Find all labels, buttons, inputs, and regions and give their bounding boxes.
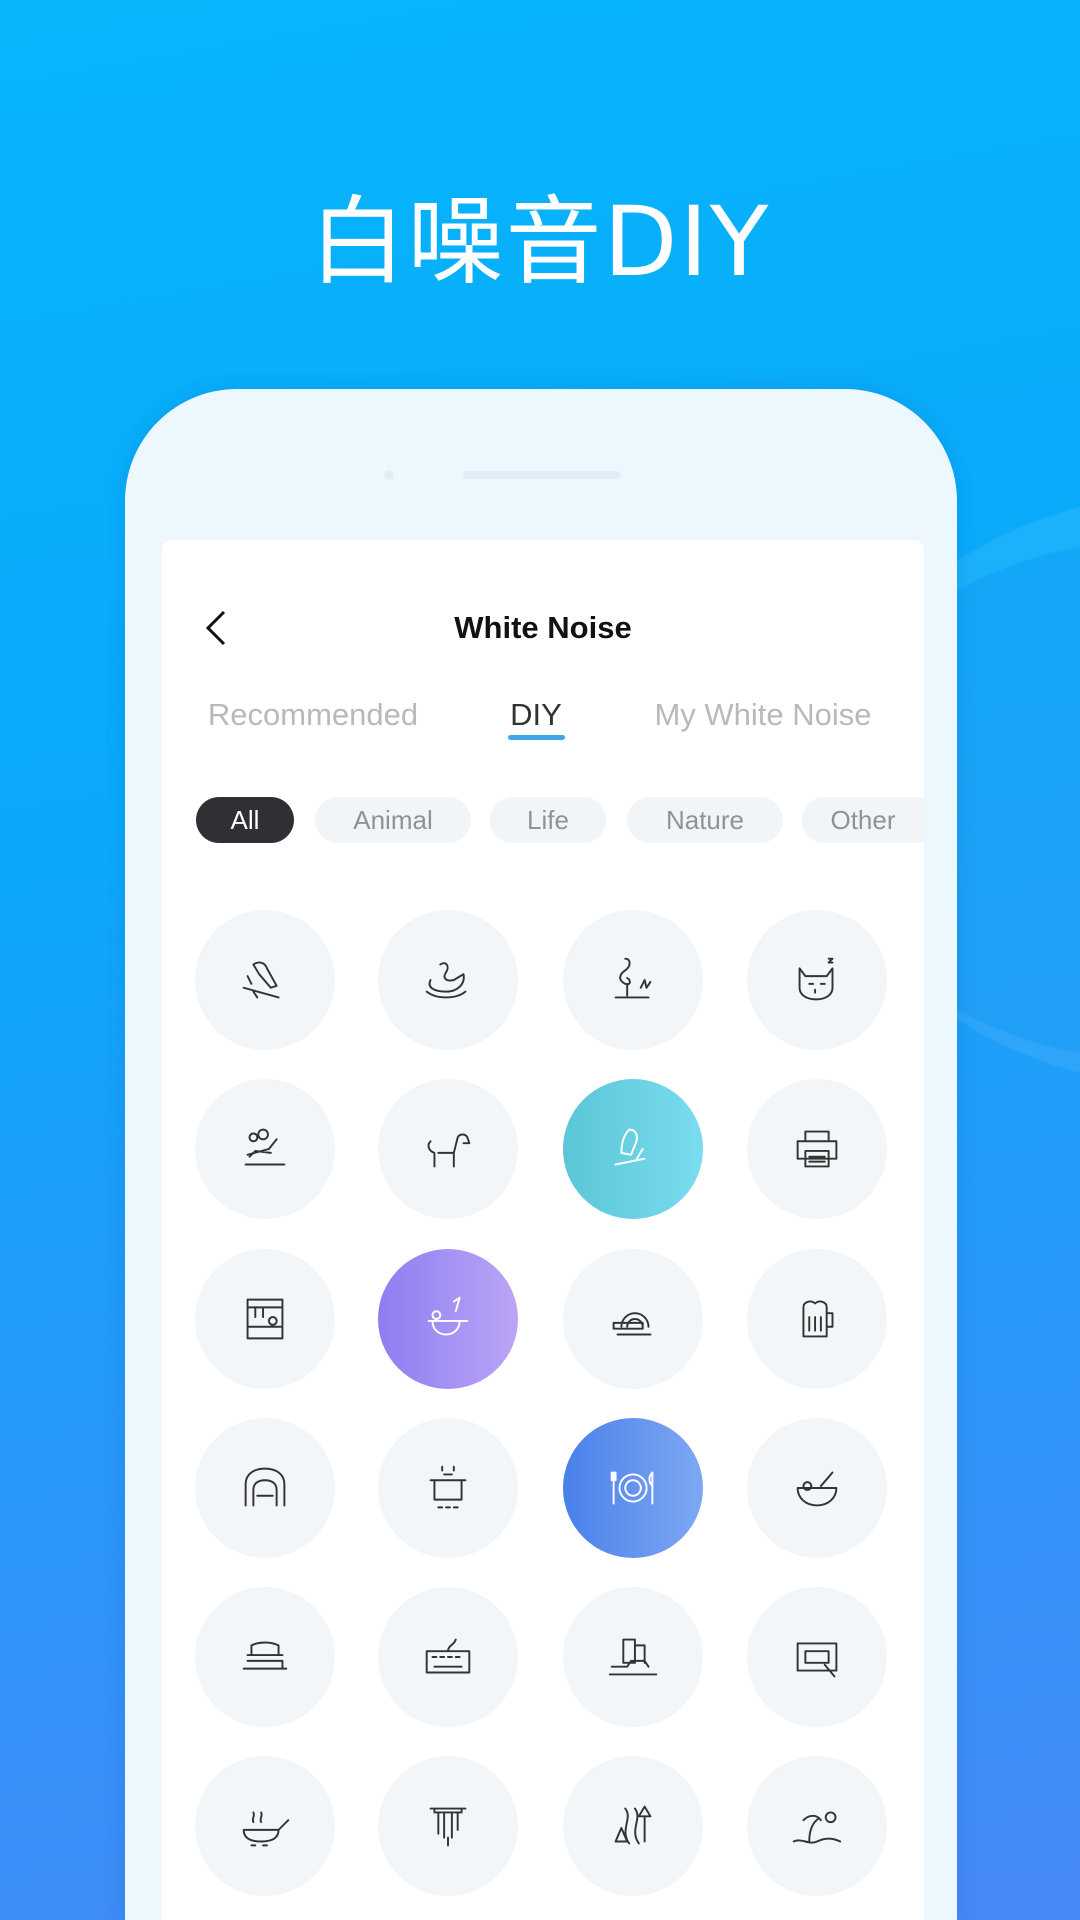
chip-nature[interactable]: Nature (627, 797, 783, 843)
boiling-pot-icon (429, 1465, 467, 1509)
sound-item[interactable] (747, 1587, 887, 1727)
bird-on-branch-icon (614, 1128, 646, 1166)
sound-item[interactable] (747, 1249, 887, 1389)
sound-item[interactable] (195, 1249, 335, 1389)
sound-item[interactable] (563, 1249, 703, 1389)
active-tab-indicator (508, 735, 565, 740)
printer-icon (796, 1130, 838, 1168)
sound-item[interactable] (378, 1418, 518, 1558)
cooking-pan-icon (427, 1296, 469, 1336)
sleeping-cat-icon (798, 957, 834, 1001)
toothbrush-icon (242, 1641, 288, 1670)
promo-headline: 白噪音DIY (309, 186, 771, 298)
page-title: White Noise (454, 610, 632, 645)
sound-item[interactable] (378, 1587, 518, 1727)
sound-item[interactable] (563, 910, 703, 1050)
kitchen-stall-icon (246, 1298, 284, 1340)
sound-item[interactable] (563, 1587, 703, 1727)
sound-item[interactable] (195, 1587, 335, 1727)
phone-speaker (463, 471, 621, 479)
parrot-icon (242, 961, 280, 999)
beach-sun-icon (792, 1811, 842, 1844)
phone-camera (384, 470, 394, 480)
keyboard-icon (425, 1638, 471, 1674)
tab-recommended[interactable]: Recommended (208, 697, 418, 733)
sound-item[interactable] (747, 1079, 887, 1219)
city-traffic-icon (608, 1638, 658, 1676)
sound-item[interactable] (378, 1756, 518, 1896)
sound-item[interactable] (378, 1079, 518, 1219)
chip-life[interactable]: Life (490, 797, 606, 843)
sound-item[interactable] (747, 1756, 887, 1896)
saw-icon (612, 1312, 652, 1336)
sound-item[interactable] (195, 1079, 335, 1219)
tab-my-white-noise[interactable]: My White Noise (654, 697, 871, 733)
sound-item[interactable] (378, 910, 518, 1050)
tab-diy[interactable]: DIY (510, 697, 562, 733)
dining-plate-icon (610, 1471, 654, 1505)
sound-item[interactable] (563, 1079, 703, 1219)
sound-item[interactable] (195, 910, 335, 1050)
sound-item[interactable] (378, 1249, 518, 1389)
sound-item[interactable] (747, 910, 887, 1050)
dog-icon (427, 1133, 471, 1168)
frying-pan-icon (242, 1811, 290, 1847)
chip-all[interactable]: All (196, 797, 294, 843)
sound-item[interactable] (747, 1418, 887, 1558)
cricket-icon (244, 1128, 286, 1166)
sound-item[interactable] (563, 1756, 703, 1896)
sound-item[interactable] (195, 1756, 335, 1896)
cash-register-icon (796, 1642, 838, 1678)
forest-river-icon (614, 1805, 652, 1845)
swan-icon (425, 962, 467, 999)
flamingo-icon (614, 957, 652, 999)
sound-item[interactable] (195, 1418, 335, 1558)
chip-animal[interactable]: Animal (315, 797, 471, 843)
beer-mug-icon (802, 1300, 834, 1338)
chip-other[interactable]: Other (802, 797, 924, 843)
app-screen: White Noise Recommended DIY My White Noi… (162, 540, 924, 1920)
sound-item[interactable] (563, 1418, 703, 1558)
mixing-bowl-icon (796, 1471, 838, 1507)
train-tunnel-icon (244, 1467, 286, 1507)
wind-chime-icon (429, 1807, 467, 1847)
phone-frame: White Noise Recommended DIY My White Noi… (125, 389, 957, 1920)
